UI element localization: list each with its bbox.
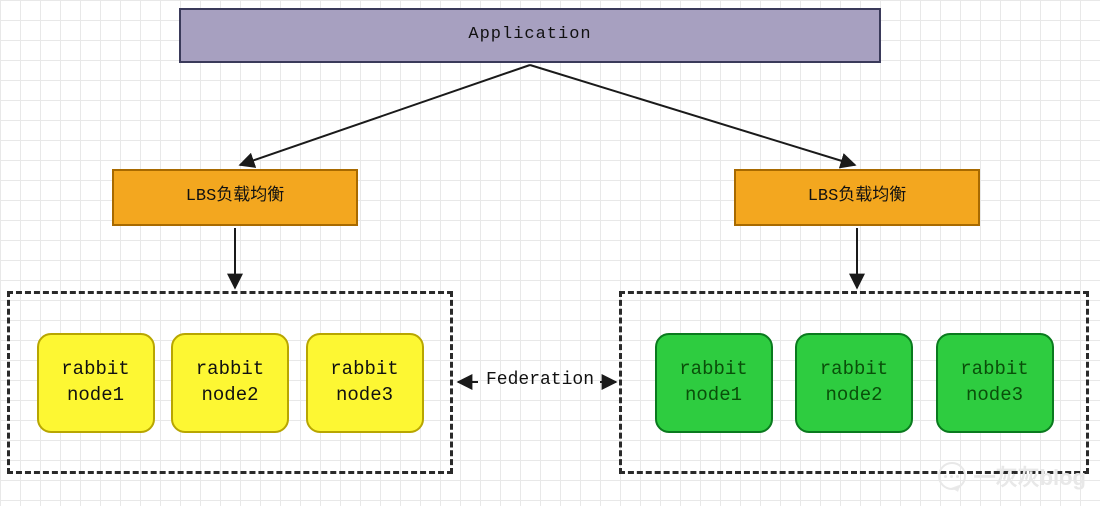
node-label: rabbitnode2 [820,357,888,408]
node-label: rabbitnode3 [330,357,398,408]
application-label: Application [468,24,591,46]
lbs-box-right: LBS负载均衡 [734,169,980,226]
node-label: rabbitnode3 [960,357,1028,408]
rabbit-node: rabbitnode3 [936,333,1054,433]
cluster-right: rabbitnode1 rabbitnode2 rabbitnode3 [619,291,1089,474]
rabbit-node: rabbitnode2 [171,333,289,433]
lbs-box-left: LBS负载均衡 [112,169,358,226]
node-label: rabbitnode1 [679,357,747,408]
application-box: Application [179,8,881,63]
rabbit-node: rabbitnode1 [37,333,155,433]
rabbit-node: rabbitnode3 [306,333,424,433]
node-label: rabbitnode2 [196,357,264,408]
rabbit-node: rabbitnode2 [795,333,913,433]
lbs-right-label: LBS负载均衡 [808,186,907,208]
node-label: rabbitnode1 [61,357,129,408]
edge-app-to-lbs-right [530,65,855,165]
rabbit-node: rabbitnode1 [655,333,773,433]
edge-app-to-lbs-left [240,65,530,165]
federation-label: Federation [460,370,620,390]
cluster-left: rabbitnode1 rabbitnode2 rabbitnode3 [7,291,453,474]
lbs-left-label: LBS负载均衡 [186,186,285,208]
